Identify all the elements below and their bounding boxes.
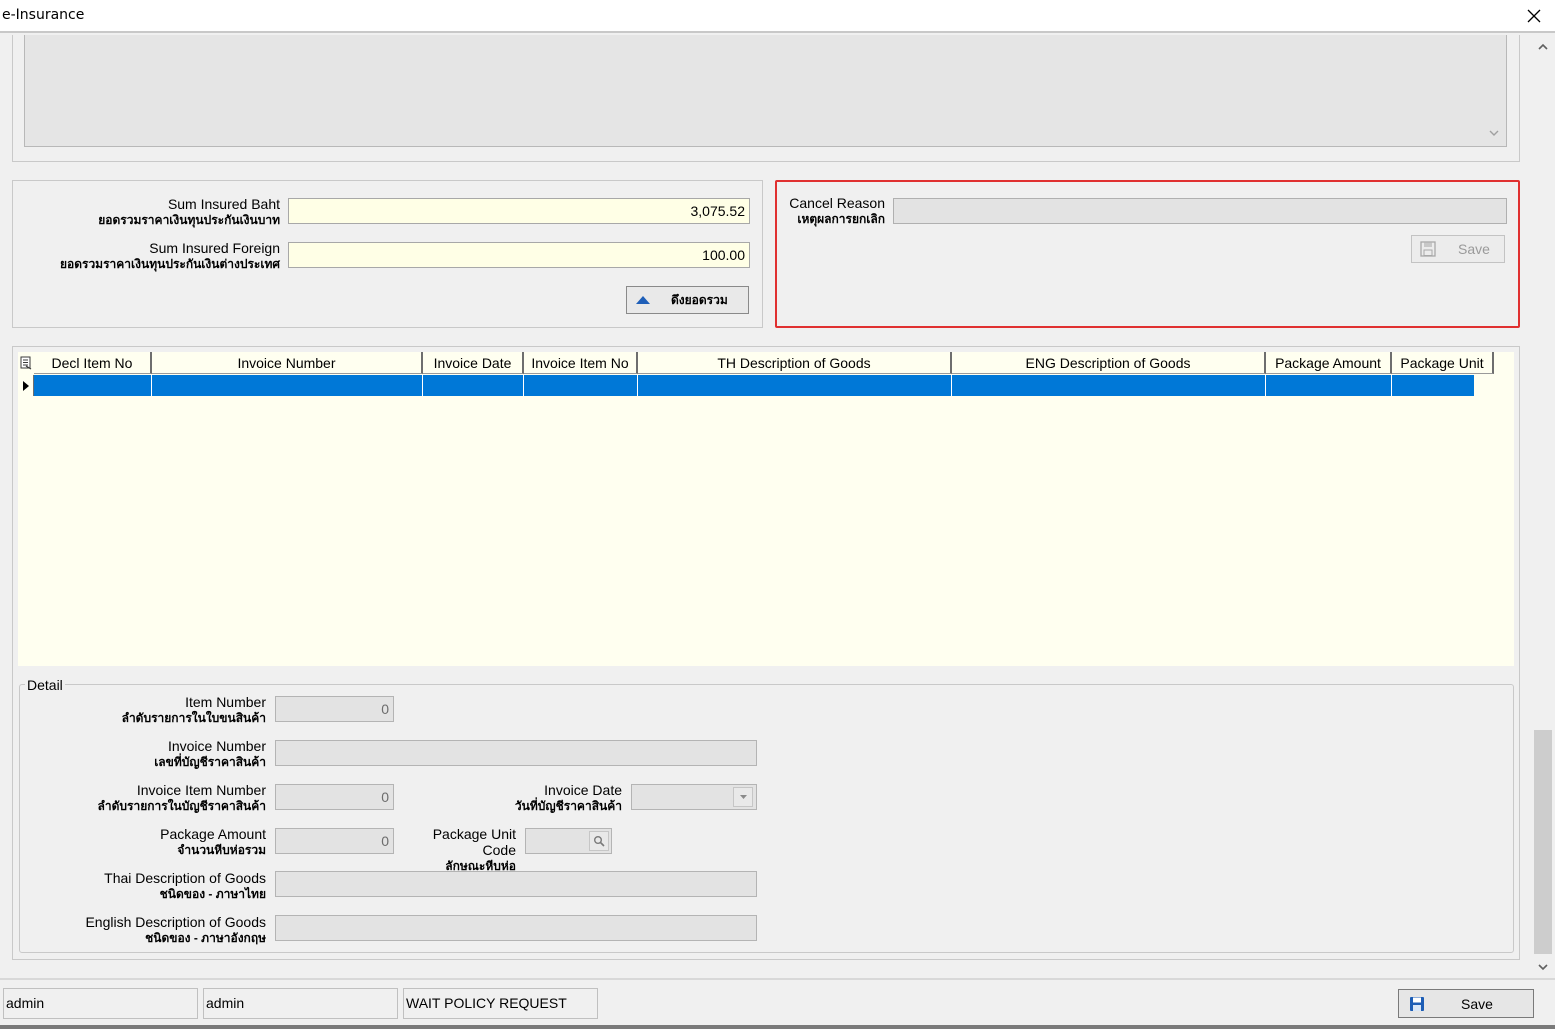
- status-user-1: admin: [3, 988, 198, 1019]
- floppy-disk-icon: [1420, 241, 1436, 257]
- column-header-package-unit[interactable]: Package Unit: [1392, 352, 1494, 374]
- textarea-scroll-down[interactable]: [1486, 126, 1502, 140]
- vertical-scrollbar[interactable]: [1531, 35, 1555, 978]
- column-header-invoice-number[interactable]: Invoice Number: [152, 352, 423, 374]
- cell-invoice-number[interactable]: [152, 375, 423, 396]
- remarks-textarea[interactable]: [24, 35, 1507, 147]
- row-selector[interactable]: [18, 375, 34, 396]
- package-amount-label: Package Amount จำนวนหีบห่อรวม: [160, 826, 266, 857]
- column-header-package-amount[interactable]: Package Amount: [1266, 352, 1392, 374]
- english-description-field[interactable]: [275, 915, 757, 941]
- pull-total-label: ดึงยอดรวม: [671, 292, 728, 307]
- cell-eng-description[interactable]: [952, 375, 1266, 396]
- save-button[interactable]: Save: [1398, 989, 1534, 1018]
- column-chooser-icon: [20, 356, 32, 370]
- package-unit-lookup-button[interactable]: [589, 831, 609, 851]
- sum-foreign-input[interactable]: 100.00: [288, 242, 750, 268]
- status-text: WAIT POLICY REQUEST: [403, 988, 598, 1019]
- invoice-number-label: Invoice Number เลขที่บัญชีราคาสินค้า: [154, 738, 266, 769]
- items-grid[interactable]: [18, 352, 1514, 666]
- pull-total-button[interactable]: ดึงยอดรวม: [626, 286, 749, 314]
- close-icon: [1527, 9, 1541, 23]
- cell-invoice-item-no[interactable]: [524, 375, 638, 396]
- cell-package-unit[interactable]: [1392, 375, 1494, 396]
- cancel-reason-input[interactable]: [893, 198, 1507, 224]
- scroll-up-button[interactable]: [1531, 37, 1555, 55]
- chevron-up-icon: [1538, 43, 1548, 50]
- detail-legend: Detail: [25, 677, 65, 693]
- column-header-th-description[interactable]: TH Description of Goods: [638, 352, 952, 374]
- status-user-2: admin: [203, 988, 398, 1019]
- scroll-down-button[interactable]: [1531, 958, 1555, 976]
- cancel-save-button[interactable]: Save: [1411, 235, 1505, 263]
- invoice-item-number-label: Invoice Item Number ลำดับรายการในบัญชีรา…: [97, 782, 266, 813]
- sum-foreign-label: Sum Insured Foreign ยอดรวมราคาเงินทุนประ…: [59, 240, 280, 271]
- grid-header: Decl Item No Invoice Number Invoice Date…: [18, 352, 1494, 374]
- cancel-save-label: Save: [1458, 241, 1490, 257]
- floppy-disk-icon: [1410, 996, 1424, 1011]
- package-unit-code-label: Package Unit Code ลักษณะหีบห่อ: [432, 826, 516, 873]
- cell-invoice-date[interactable]: [423, 375, 524, 396]
- row-pointer-icon: [22, 380, 29, 391]
- title-bar: [0, 0, 1555, 33]
- column-header-decl-item-no[interactable]: Decl Item No: [34, 352, 152, 374]
- table-row[interactable]: [18, 375, 1474, 396]
- cell-package-amount[interactable]: [1266, 375, 1392, 396]
- item-number-field[interactable]: 0: [275, 696, 394, 722]
- column-header-eng-description[interactable]: ENG Description of Goods: [952, 352, 1266, 374]
- thai-description-field[interactable]: [275, 871, 757, 897]
- window-bottom-edge: [0, 1025, 1555, 1029]
- invoice-date-dropdown-button[interactable]: [733, 787, 753, 807]
- cancel-reason-label: Cancel Reason เหตุผลการยกเลิก: [789, 195, 885, 226]
- chevron-down-icon: [1489, 130, 1499, 136]
- invoice-number-field[interactable]: [275, 740, 757, 766]
- invoice-date-label: Invoice Date วันที่บัญชีราคาสินค้า: [514, 782, 622, 813]
- sum-baht-input[interactable]: 3,075.52: [288, 198, 750, 224]
- thai-description-label: Thai Description of Goods ชนิดของ - ภาษา…: [104, 870, 266, 901]
- package-amount-field[interactable]: 0: [275, 828, 394, 854]
- cell-decl-item-no[interactable]: [34, 375, 152, 396]
- cell-th-description[interactable]: [638, 375, 952, 396]
- chevron-down-icon: [739, 795, 747, 799]
- search-icon: [594, 836, 605, 847]
- column-header-invoice-date[interactable]: Invoice Date: [423, 352, 524, 374]
- column-header-invoice-item-no[interactable]: Invoice Item No: [524, 352, 638, 374]
- sum-baht-label: Sum Insured Baht ยอดรวมราคาเงินทุนประกัน…: [98, 196, 280, 227]
- close-button[interactable]: [1516, 2, 1552, 30]
- bottom-separator: [0, 978, 1555, 980]
- window-title: e-Insurance: [2, 7, 85, 23]
- scroll-thumb[interactable]: [1534, 730, 1552, 954]
- triangle-up-icon: [636, 296, 650, 304]
- invoice-item-number-field[interactable]: 0: [275, 784, 394, 810]
- english-description-label: English Description of Goods ชนิดของ - ภ…: [85, 914, 266, 945]
- save-label: Save: [1461, 995, 1493, 1012]
- grid-corner-button[interactable]: [18, 352, 34, 374]
- item-number-label: Item Number ลำดับรายการในใบขนสินค้า: [121, 694, 266, 725]
- chevron-down-icon: [1538, 963, 1548, 970]
